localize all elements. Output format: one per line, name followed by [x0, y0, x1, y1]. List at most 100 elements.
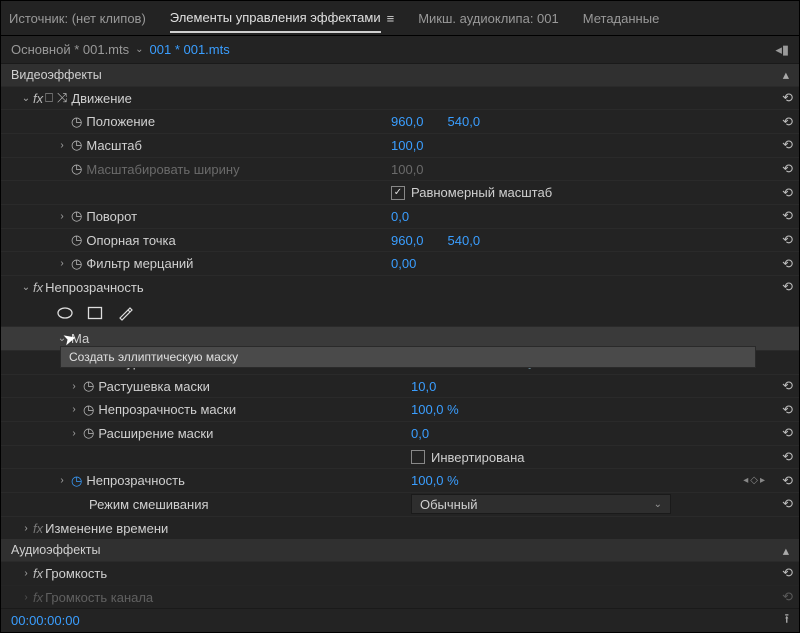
prop-label: Фильтр мерцаний — [86, 256, 193, 271]
effect-label: Непрозрачность — [45, 280, 144, 295]
fx-icon[interactable]: fx — [33, 590, 43, 605]
prev-keyframe-button[interactable]: ◂ — [743, 475, 748, 486]
prop-mask-expansion: › ◷ Расширение маски 0,0 ⟲ — [1, 421, 799, 445]
value-y[interactable]: 540,0 — [448, 233, 481, 248]
rectangle-mask-button[interactable] — [85, 304, 105, 322]
collapse-icon[interactable]: ▴ — [783, 67, 789, 82]
marker-icon[interactable]: ◂▮ — [775, 42, 789, 58]
stopwatch-icon[interactable]: ◷ — [83, 378, 94, 394]
chevron-right-icon[interactable]: › — [19, 568, 33, 579]
prop-opacity: › ◷ Непрозрачность 100,0 % ◂ ◇ ▸ ⟲ — [1, 468, 799, 492]
chevron-right-icon[interactable]: › — [67, 404, 81, 415]
value-y[interactable]: 540,0 — [448, 114, 481, 129]
effect-opacity[interactable]: ⌄ fx Непрозрачность ⟲ — [1, 275, 799, 299]
stopwatch-icon[interactable]: ◷ — [71, 208, 82, 224]
clip-master[interactable]: Основной * 001.mts — [11, 42, 129, 57]
chevron-right-icon[interactable]: › — [55, 211, 69, 222]
value[interactable]: 100,0 — [391, 138, 424, 153]
prop-blend-mode: Режим смешивания Обычный ⌄ ⟲ — [1, 492, 799, 516]
effect-volume[interactable]: › fx Громкость ⟲ — [1, 561, 799, 585]
fx-icon[interactable]: fx — [33, 566, 43, 581]
effect-time-remap[interactable]: › fx Изменение времени — [1, 516, 799, 540]
panel-tabs: Источник: (нет клипов) Элементы управлен… — [1, 1, 799, 36]
motion-arrows-icon[interactable]: ⤨ — [57, 90, 67, 106]
stopwatch-icon[interactable]: ◷ — [71, 256, 82, 272]
chevron-right-icon[interactable]: › — [55, 475, 69, 486]
value: 100,0 — [391, 162, 424, 177]
fx-icon[interactable]: fx — [33, 521, 43, 536]
reset-button[interactable]: ⟲ — [782, 208, 793, 224]
reset-button[interactable]: ⟲ — [782, 425, 793, 441]
tab-effects[interactable]: Элементы управления эффектами — [170, 4, 381, 33]
value[interactable]: 0,00 — [391, 256, 416, 271]
stopwatch-icon[interactable]: ◷ — [71, 137, 82, 153]
footer-bar: 00:00:00:00 ⭱ — [1, 608, 799, 632]
checkbox-uniform-scale[interactable]: ✓ — [391, 186, 405, 200]
reset-button[interactable]: ⟲ — [782, 473, 793, 489]
chevron-right-icon[interactable]: › — [67, 381, 81, 392]
prop-scale-width: ◷ Масштабировать ширину 100,0 ⟲ — [1, 157, 799, 181]
effect-label: Громкость — [45, 566, 107, 581]
tab-mixer[interactable]: Микш. аудиоклипа: 001 — [418, 5, 559, 32]
prop-label: Поворот — [86, 209, 137, 224]
reset-button[interactable]: ⟲ — [782, 589, 793, 605]
reset-button[interactable]: ⟲ — [782, 232, 793, 248]
clip-sequence[interactable]: 001 * 001.mts — [150, 42, 230, 57]
stopwatch-icon[interactable]: ◷ — [71, 114, 82, 130]
effect-channel-volume[interactable]: › fx Громкость канала ⟲ — [1, 585, 799, 609]
ellipse-mask-button[interactable] — [55, 304, 75, 322]
effect-label: Движение — [71, 91, 132, 106]
next-keyframe-button[interactable]: ▸ — [760, 475, 765, 486]
stopwatch-icon[interactable]: ◷ — [83, 402, 94, 418]
reset-button[interactable]: ⟲ — [782, 137, 793, 153]
reset-button[interactable]: ⟲ — [782, 378, 793, 394]
reset-button[interactable]: ⟲ — [782, 256, 793, 272]
checkbox-invert[interactable] — [411, 450, 425, 464]
reset-button[interactable]: ⟲ — [782, 185, 793, 201]
reset-button[interactable]: ⟲ — [782, 565, 793, 581]
chevron-down-icon[interactable]: ⌄ — [19, 93, 33, 104]
value[interactable]: 100,0 % — [411, 473, 459, 488]
reset-button[interactable]: ⟲ — [782, 161, 793, 177]
chevron-right-icon[interactable]: › — [55, 258, 69, 269]
export-icon[interactable]: ⭱ — [784, 610, 789, 632]
value-x[interactable]: 960,0 — [391, 114, 424, 129]
value[interactable]: 100,0 % — [411, 402, 459, 417]
add-keyframe-button[interactable]: ◇ — [750, 475, 758, 486]
value[interactable]: 0,0 — [391, 209, 409, 224]
reset-button[interactable]: ⟲ — [782, 114, 793, 130]
pen-mask-button[interactable] — [115, 304, 135, 322]
chevron-down-icon[interactable]: ⌄ — [55, 333, 69, 344]
stopwatch-icon[interactable]: ◷ — [71, 473, 82, 489]
dropdown-value: Обычный — [420, 497, 477, 512]
timecode[interactable]: 00:00:00:00 — [11, 613, 80, 628]
prop-label: Масштабировать ширину — [86, 162, 239, 177]
transform-icon[interactable]: ⎕ — [45, 90, 53, 106]
reset-button[interactable]: ⟲ — [782, 449, 793, 465]
stopwatch-icon[interactable]: ◷ — [71, 232, 82, 248]
chevron-right-icon[interactable]: › — [67, 428, 81, 439]
chevron-right-icon[interactable]: › — [19, 592, 33, 603]
value[interactable]: 0,0 — [411, 426, 429, 441]
reset-button[interactable]: ⟲ — [782, 279, 793, 295]
chevron-down-icon[interactable]: ⌄ — [135, 44, 143, 55]
chevron-right-icon[interactable]: › — [19, 523, 33, 534]
prop-flicker: › ◷ Фильтр мерцаний 0,00 ⟲ — [1, 251, 799, 275]
fx-icon[interactable]: fx — [33, 280, 43, 295]
panel-menu-icon[interactable]: ≡ — [387, 11, 395, 26]
chevron-right-icon[interactable]: › — [55, 140, 69, 151]
reset-button[interactable]: ⟲ — [782, 90, 793, 106]
value[interactable]: 10,0 — [411, 379, 436, 394]
chevron-down-icon[interactable]: ⌄ — [19, 282, 33, 293]
blend-mode-dropdown[interactable]: Обычный ⌄ — [411, 494, 671, 514]
effect-motion[interactable]: ⌄ fx ⎕ ⤨ Движение ⟲ — [1, 86, 799, 110]
value-x[interactable]: 960,0 — [391, 233, 424, 248]
tab-metadata[interactable]: Метаданные — [583, 5, 660, 32]
stopwatch-icon[interactable]: ◷ — [83, 425, 94, 441]
fx-icon[interactable]: fx — [33, 91, 43, 106]
collapse-icon[interactable]: ▴ — [783, 543, 789, 558]
reset-button[interactable]: ⟲ — [782, 496, 793, 512]
tab-source[interactable]: Источник: (нет клипов) — [9, 5, 146, 32]
prop-scale: › ◷ Масштаб 100,0 ⟲ — [1, 133, 799, 157]
reset-button[interactable]: ⟲ — [782, 402, 793, 418]
